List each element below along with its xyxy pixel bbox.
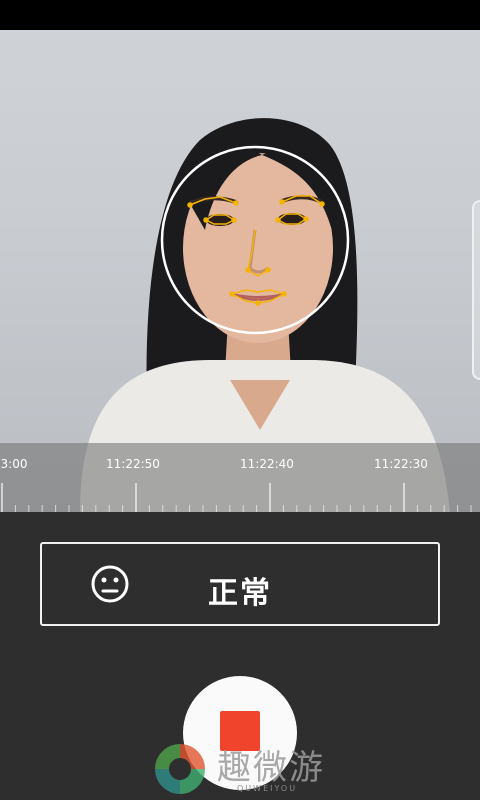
edge-panel-handle[interactable] [472,200,480,380]
watermark-subtext: QUWEIYOU [237,784,298,793]
timeline-ticks [1,483,472,512]
timeline-label: 11:22:50 [106,457,160,471]
timeline-scrubber[interactable]: 3:00 11:22:50 11:22:40 11:22:30 [0,443,480,512]
status-bar [0,0,480,30]
camera-scene [80,118,450,512]
expression-mode-button[interactable]: 正常 [40,542,440,626]
watermark-logo-icon [155,744,205,794]
expression-mode-label: 正常 [208,576,272,611]
timeline-label: 3:00 [0,457,28,471]
camera-preview: 3:00 11:22:50 11:22:40 11:22:30 [0,30,480,512]
right-eye [278,213,306,225]
timeline-label: 11:22:40 [240,457,294,471]
watermark: 趣微游 QUWEIYOU [145,738,345,800]
timeline-label: 11:22:30 [374,457,428,471]
watermark-text: 趣微游 [217,748,325,788]
